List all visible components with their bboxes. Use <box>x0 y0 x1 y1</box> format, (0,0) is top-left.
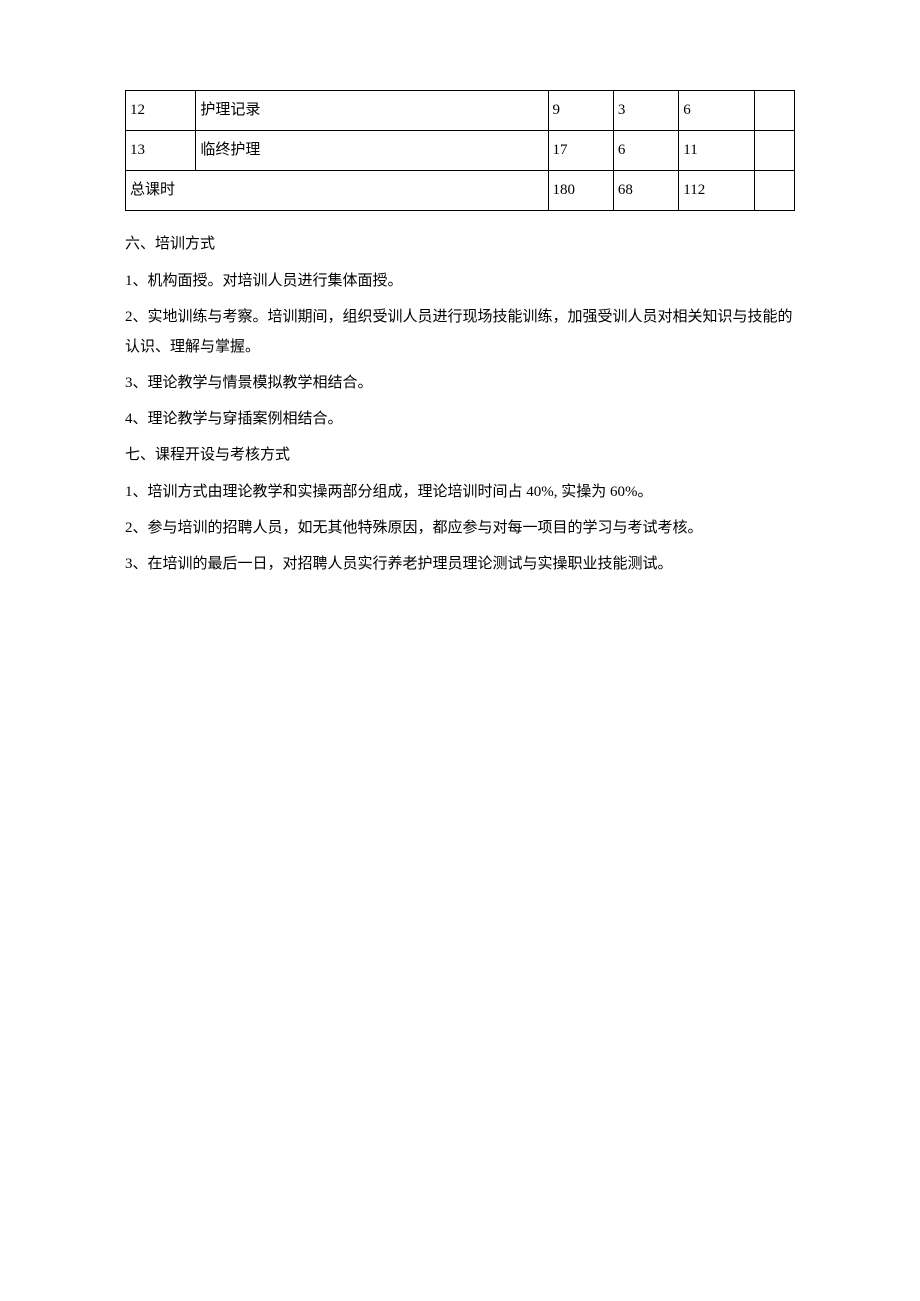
cell-c4: 3 <box>613 91 678 131</box>
section-7-item: 2、参与培训的招聘人员，如无其他特殊原因，都应参与对每一项目的学习与考试考核。 <box>125 513 795 543</box>
section-7-item: 1、培训方式由理论教学和实操两部分组成，理论培训时间占 40%, 实操为 60%… <box>125 477 795 507</box>
cell-c3: 180 <box>548 171 613 211</box>
schedule-table: 12 护理记录 9 3 6 13 临终护理 17 6 11 总课时 180 68… <box>125 90 795 211</box>
cell-num: 13 <box>126 131 196 171</box>
table-row: 13 临终护理 17 6 11 <box>126 131 795 171</box>
section-6-title: 六、培训方式 <box>125 231 795 258</box>
cell-c3: 17 <box>548 131 613 171</box>
section-6-item: 3、理论教学与情景模拟教学相结合。 <box>125 368 795 398</box>
cell-c5: 11 <box>679 131 754 171</box>
table-row: 12 护理记录 9 3 6 <box>126 91 795 131</box>
cell-c5: 112 <box>679 171 754 211</box>
section-7-title: 七、课程开设与考核方式 <box>125 442 795 469</box>
section-6-item: 2、实地训练与考察。培训期间，组织受训人员进行现场技能训练，加强受训人员对相关知… <box>125 302 795 362</box>
cell-c6 <box>754 131 794 171</box>
cell-c3: 9 <box>548 91 613 131</box>
cell-name: 护理记录 <box>196 91 548 131</box>
cell-c6 <box>754 91 794 131</box>
table-total-row: 总课时 180 68 112 <box>126 171 795 211</box>
cell-name: 临终护理 <box>196 131 548 171</box>
cell-c4: 6 <box>613 131 678 171</box>
cell-total-label: 总课时 <box>126 171 549 211</box>
section-6-item: 1、机构面授。对培训人员进行集体面授。 <box>125 266 795 296</box>
section-6-item: 4、理论教学与穿插案例相结合。 <box>125 404 795 434</box>
cell-c6 <box>754 171 794 211</box>
cell-c4: 68 <box>613 171 678 211</box>
cell-num: 12 <box>126 91 196 131</box>
cell-c5: 6 <box>679 91 754 131</box>
section-7-item: 3、在培训的最后一日，对招聘人员实行养老护理员理论测试与实操职业技能测试。 <box>125 549 795 579</box>
